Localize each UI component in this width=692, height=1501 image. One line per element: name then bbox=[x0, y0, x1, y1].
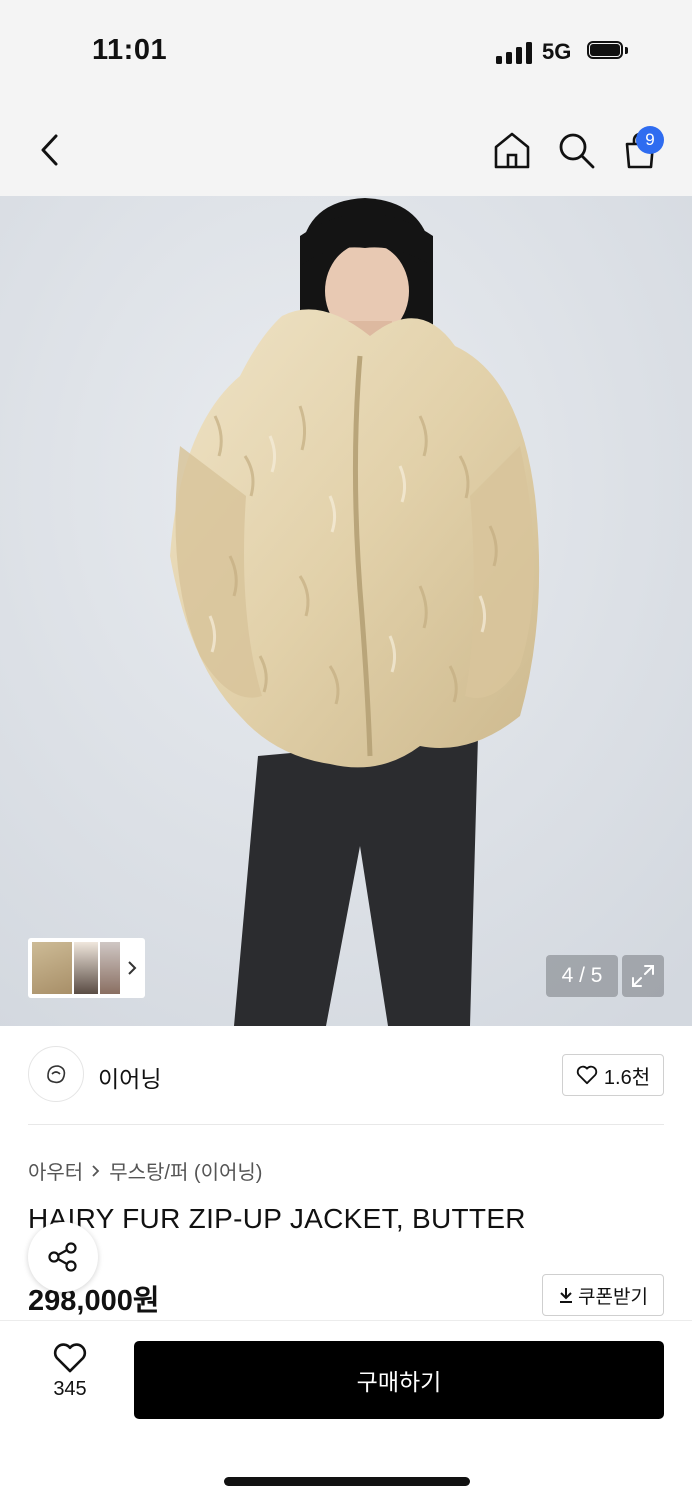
expand-icon bbox=[632, 965, 654, 987]
heart-icon bbox=[53, 1343, 87, 1373]
signal-icon bbox=[496, 40, 532, 64]
battery-icon bbox=[587, 41, 629, 61]
share-button[interactable] bbox=[28, 1222, 98, 1292]
product-title: HAIRY FUR ZIP-UP JACKET, BUTTER bbox=[28, 1203, 526, 1234]
cart-count-badge: 9 bbox=[636, 126, 664, 154]
thumbnail-2[interactable] bbox=[74, 942, 98, 994]
brand-like-count: 1.6천 bbox=[603, 1066, 651, 1089]
home-icon bbox=[494, 132, 530, 169]
product-photo bbox=[0, 196, 692, 1026]
status-time: 11:01 bbox=[92, 34, 168, 66]
download-icon bbox=[560, 1288, 573, 1303]
divider bbox=[28, 1124, 664, 1125]
network-label: 5G bbox=[542, 39, 572, 64]
breadcrumb-item[interactable]: 무스탕/퍼 (이어닝) bbox=[109, 1156, 262, 1185]
expand-button[interactable] bbox=[622, 955, 664, 997]
buy-button[interactable]: 구매하기 bbox=[134, 1341, 664, 1419]
back-button[interactable] bbox=[26, 126, 74, 174]
product-image[interactable] bbox=[0, 196, 692, 1026]
wishlist-button[interactable]: 345 bbox=[30, 1342, 110, 1422]
home-button[interactable] bbox=[488, 126, 536, 174]
breadcrumb: 아우터 무스탕/퍼 (이어닝) bbox=[28, 1156, 262, 1185]
thumbnail-strip[interactable] bbox=[28, 938, 145, 998]
search-button[interactable] bbox=[552, 126, 600, 174]
brand-logo-icon bbox=[47, 1065, 66, 1084]
brand-name[interactable]: 이어닝 bbox=[98, 1060, 161, 1094]
chevron-right-icon bbox=[128, 961, 137, 975]
brand-logo[interactable] bbox=[28, 1046, 84, 1102]
share-icon bbox=[48, 1242, 77, 1272]
back-icon bbox=[41, 134, 58, 166]
thumbnail-3[interactable] bbox=[100, 942, 120, 994]
coupon-button[interactable]: 쿠폰받기 bbox=[542, 1274, 664, 1316]
heart-icon bbox=[576, 1065, 598, 1085]
coupon-label: 쿠폰받기 bbox=[578, 1286, 648, 1308]
brand-like-button[interactable]: 1.6천 bbox=[562, 1054, 664, 1096]
image-counter: 4 / 5 bbox=[546, 955, 618, 997]
status-bar: 11:01 5G bbox=[0, 0, 692, 100]
search-icon bbox=[559, 133, 595, 169]
chevron-right-icon bbox=[92, 1164, 100, 1177]
breadcrumb-item[interactable]: 아우터 bbox=[28, 1156, 83, 1185]
thumbnail-1[interactable] bbox=[32, 942, 72, 994]
top-nav bbox=[0, 100, 692, 196]
home-indicator bbox=[224, 1477, 470, 1486]
wishlist-count: 345 bbox=[53, 1378, 87, 1400]
